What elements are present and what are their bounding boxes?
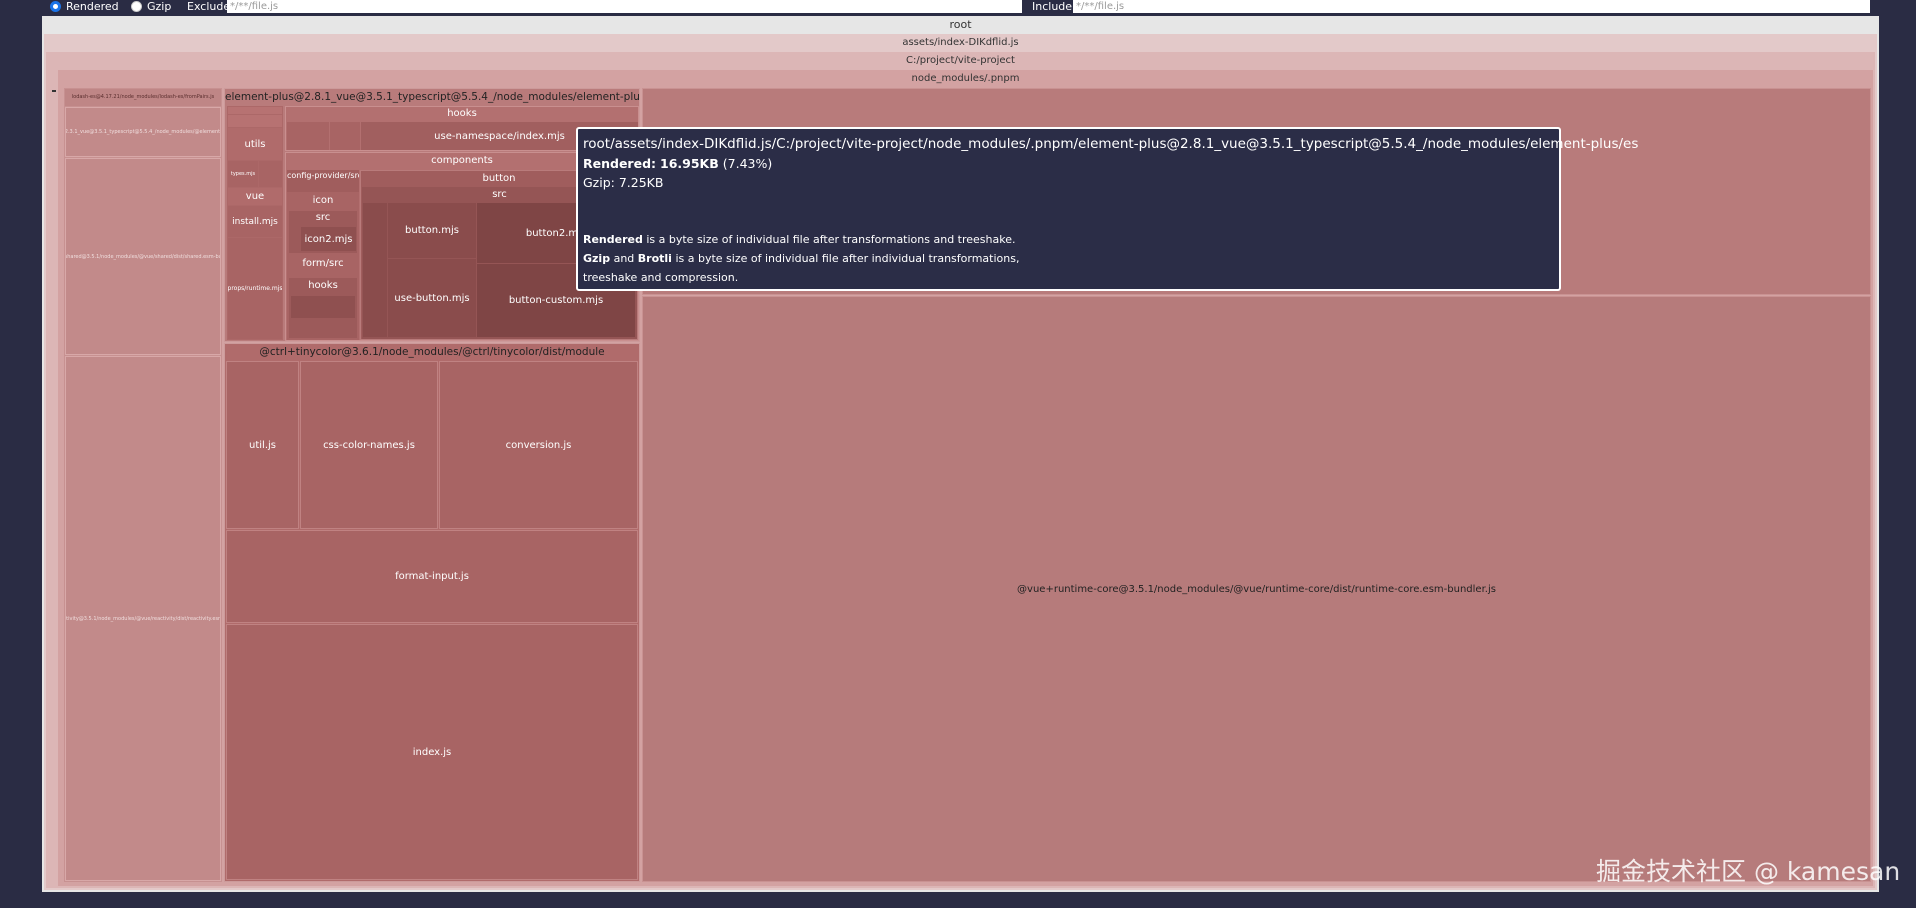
ep-props-label: props/runtime.mjs — [228, 285, 282, 292]
tooltip-gzip: Gzip: 7.25KB — [583, 175, 664, 190]
ep-use-button[interactable]: use-button.mjs — [388, 259, 476, 337]
tc-index-label: index.js — [412, 746, 452, 758]
tinycolor-package[interactable]: @ctrl+tinycolor@3.6.1/node_modules/@ctrl… — [224, 343, 640, 882]
pnpm-label: node_modules/.pnpm — [911, 73, 1020, 84]
ep-vue[interactable]: vue — [228, 188, 282, 205]
tooltip-rendered-pct: (7.43%) — [722, 156, 773, 171]
element-plus-label: element-plus@2.8.1_vue@3.5.1_typescript@… — [225, 91, 639, 103]
tc-format-input[interactable]: format-input.js — [226, 530, 638, 623]
ep-hooks-small-1[interactable] — [287, 122, 329, 150]
tc-css-color-names-label: css-color-names.js — [323, 439, 415, 451]
tc-util[interactable]: util.js — [226, 361, 299, 529]
ep-icon2[interactable]: icon2.mjs — [301, 227, 356, 251]
ep-icon-src-label: src — [315, 212, 331, 223]
small-package-2[interactable]: @vue+shared@3.5.1/node_modules/@vue/shar… — [65, 158, 221, 355]
ep-components-left: config-provider/src icon src icon2.mjs f… — [287, 170, 359, 340]
tooltip-path: root/assets/index-DIKdflid.js/C:/project… — [583, 136, 1639, 152]
tooltip-rendered-value: 16.95KB — [660, 156, 719, 171]
ep-types[interactable]: types.mjs — [228, 161, 258, 187]
small-package-3-label: @vue+reactivity@3.5.1/node_modules/@vue/… — [66, 615, 220, 622]
ep-icon-label: icon — [312, 195, 334, 206]
small-package-1-label: @element-plus/icons-vue@2.3.1_vue@3.5.1_… — [66, 129, 220, 135]
ep-tiny-file-2[interactable] — [228, 115, 282, 127]
tinycolor-label: @ctrl+tinycolor@3.6.1/node_modules/@ctrl… — [259, 346, 605, 358]
ep-vue-label: vue — [245, 191, 265, 202]
gzip-radio[interactable] — [131, 0, 142, 12]
ep-install-label: install.mjs — [232, 216, 278, 227]
ep-form-hooks-label: hooks — [308, 280, 338, 291]
small-package-2-label: @vue+shared@3.5.1/node_modules/@vue/shar… — [66, 253, 220, 260]
ep-tiny-file-1[interactable] — [228, 107, 282, 114]
root-label: root — [949, 18, 972, 31]
ep-form-src-label: form/src — [302, 258, 344, 269]
ep-install[interactable]: install.mjs — [228, 206, 282, 237]
tc-format-input-label: format-input.js — [395, 571, 469, 582]
ep-button-mjs[interactable]: button.mjs — [388, 203, 476, 258]
lodash-label: lodash-es@4.17.21/node_modules/lodash-es… — [71, 94, 215, 100]
tooltip-note-1: Rendered is a byte size of individual fi… — [583, 230, 1554, 249]
tooltip: root/assets/index-DIKdflid.js/C:/project… — [576, 127, 1639, 291]
ep-types-label: types.mjs — [230, 171, 256, 177]
include-input[interactable]: */**/file.js — [1073, 0, 1870, 13]
ep-hooks-small-2[interactable] — [330, 122, 360, 150]
tooltip-note-gzip-word: Gzip — [583, 252, 611, 265]
ep-hooks-label: hooks — [447, 108, 477, 119]
ep-utils[interactable]: utils — [228, 128, 282, 160]
asset-label: assets/index-DIKdflid.js — [902, 37, 1019, 48]
tooltip-note-brotli-rest: is a byte size of individual file after … — [671, 252, 1020, 265]
lodash-package[interactable]: lodash-es@4.17.21/node_modules/lodash-es… — [65, 89, 221, 106]
project-label: C:/project/vite-project — [906, 55, 1015, 66]
runtime-core-label: @vue+runtime-core@3.5.1/node_modules/@vu… — [1017, 583, 1496, 595]
ep-form-src[interactable]: form/src hooks — [287, 256, 359, 340]
exclude-label: Exclude — [187, 0, 231, 13]
tooltip-note-rendered-rest: is a byte size of individual file after … — [642, 233, 1016, 246]
ep-button-mjs-label: button.mjs — [405, 225, 459, 236]
runtime-core-package[interactable]: @vue+runtime-core@3.5.1/node_modules/@vu… — [642, 296, 1871, 882]
ep-button-small[interactable] — [363, 203, 387, 337]
ep-types-2[interactable] — [259, 161, 282, 187]
tooltip-note-and: and — [610, 252, 638, 265]
gzip-label: Gzip — [147, 0, 172, 13]
tc-util-label: util.js — [249, 439, 276, 451]
tc-index[interactable]: index.js — [226, 624, 638, 880]
ep-config-provider[interactable]: config-provider/src — [287, 170, 359, 192]
tc-conversion[interactable]: conversion.js — [439, 361, 638, 529]
small-package-3[interactable]: @vue+reactivity@3.5.1/node_modules/@vue/… — [65, 356, 221, 881]
tc-conversion-label: conversion.js — [505, 439, 572, 451]
tooltip-rendered: Rendered: 16.95KB (7.43%) — [583, 154, 1554, 173]
ep-config-provider-label: config-provider/src — [287, 171, 359, 180]
tooltip-note-brotli-word: Brotli — [637, 252, 672, 265]
tooltip-note-2: Gzip and Brotli is a byte size of indivi… — [583, 249, 1554, 268]
rendered-option[interactable]: Rendered — [50, 0, 119, 14]
tooltip-note-3: treeshake and compression. — [583, 271, 739, 284]
ep-use-button-label: use-button.mjs — [394, 292, 470, 304]
exclude-input[interactable]: */**/file.js — [227, 0, 1022, 13]
tc-css-color-names[interactable]: css-color-names.js — [300, 361, 438, 529]
rendered-radio[interactable] — [50, 0, 61, 12]
tooltip-rendered-label: Rendered: — [583, 156, 657, 171]
ep-form-hooks[interactable]: hooks — [289, 278, 357, 338]
rendered-label: Rendered — [66, 0, 119, 13]
ep-icon[interactable]: icon src icon2.mjs — [287, 193, 359, 255]
tiny-leaf-marker — [52, 90, 56, 92]
ep-utils-label: utils — [244, 138, 266, 150]
include-label: Include — [1032, 0, 1073, 13]
ep-props[interactable]: props/runtime.mjs — [228, 238, 282, 339]
tooltip-note-rendered-word: Rendered — [583, 233, 643, 246]
ep-icon2-label: icon2.mjs — [304, 233, 353, 245]
ep-left-column: utils types.mjs vue install.mjs props/ru… — [227, 106, 283, 340]
ep-form-hooks-file[interactable] — [291, 296, 355, 318]
toolbar: Rendered Gzip Exclude */**/file.js Inclu… — [0, 0, 1916, 14]
gzip-option[interactable]: Gzip — [131, 0, 171, 14]
small-packages-column: lodash-es@4.17.21/node_modules/lodash-es… — [64, 88, 222, 882]
watermark: 掘金技术社区 @ kamesan — [1596, 857, 1901, 886]
ep-icon-src[interactable]: src icon2.mjs — [289, 211, 357, 253]
small-package-1[interactable]: @element-plus/icons-vue@2.3.1_vue@3.5.1_… — [65, 107, 221, 157]
